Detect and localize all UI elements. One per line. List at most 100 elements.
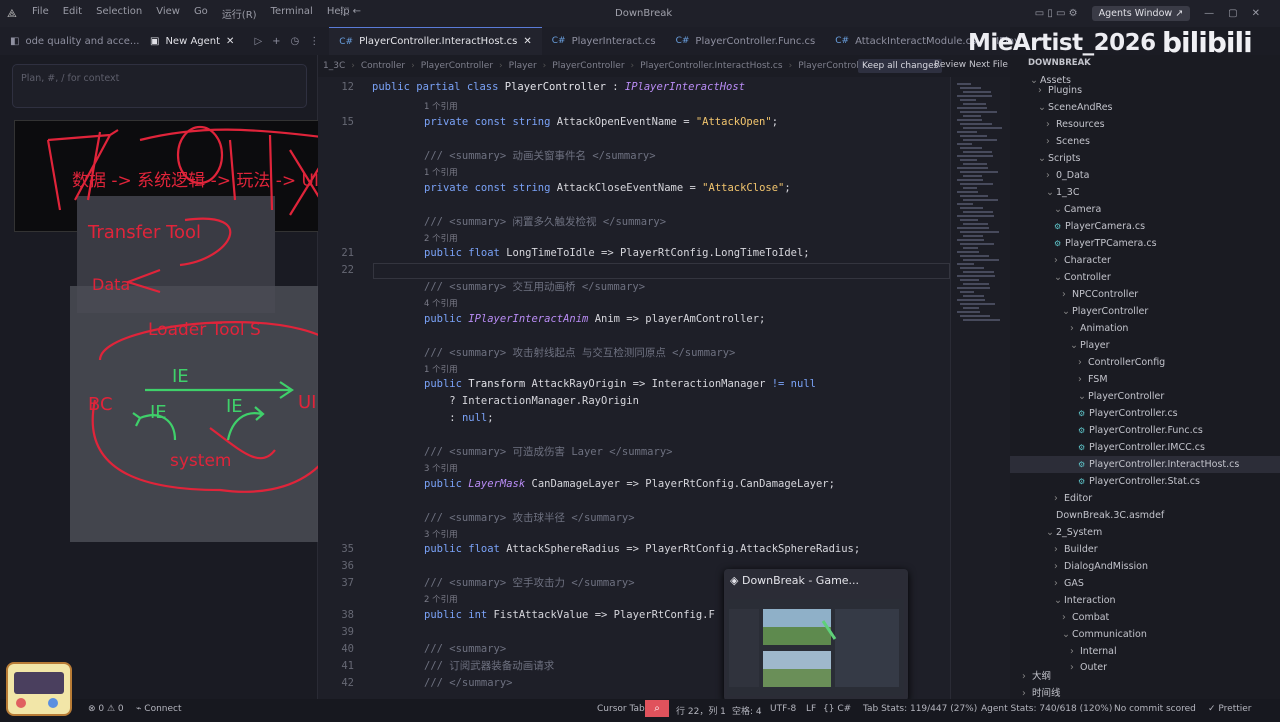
menu-view[interactable]: View xyxy=(156,6,180,21)
codelens-reference[interactable]: 2 个引用 xyxy=(424,592,458,608)
tab-func[interactable]: C# PlayerController.Func.cs xyxy=(666,27,826,55)
menu-selection[interactable]: Selection xyxy=(96,6,142,21)
explorer-folder[interactable]: › Editor xyxy=(1010,490,1280,507)
explorer-folder[interactable]: › Internal xyxy=(1010,643,1280,660)
keep-all-changes-button[interactable]: Keep all changes xyxy=(858,59,943,73)
problems-indicator[interactable]: ⊗ 0 ⚠ 0 xyxy=(88,704,124,714)
language-mode[interactable]: {} C# xyxy=(823,704,851,714)
explorer-folder[interactable]: ⌄ SceneAndRes xyxy=(1010,99,1280,116)
cursor-position[interactable]: 行 22，列 1 xyxy=(676,704,726,717)
explorer-folder[interactable]: › GAS xyxy=(1010,575,1280,592)
breadcrumb-item[interactable]: Controller xyxy=(361,61,405,71)
code-line[interactable]: 15 private const string AttackOpenEventNa… xyxy=(318,114,950,130)
explorer-folder[interactable]: › Builder xyxy=(1010,541,1280,558)
add-icon[interactable]: + xyxy=(272,36,280,47)
close-tab-icon[interactable]: ✕ xyxy=(523,36,531,47)
layout-icon[interactable]: ▭ ▯ ▭ ⚙ xyxy=(1035,8,1078,19)
explorer-folder[interactable]: ⌄ PlayerController xyxy=(1010,388,1280,405)
explorer-folder[interactable]: ⌄ Controller xyxy=(1010,269,1280,286)
explorer-folder[interactable]: › FSM xyxy=(1010,371,1280,388)
explorer-folder[interactable]: › NPCController xyxy=(1010,286,1280,303)
explorer-folder[interactable]: › DialogAndMission xyxy=(1010,558,1280,575)
code-line[interactable]: 12 public partial class PlayerController … xyxy=(318,79,950,95)
explorer-folder[interactable]: › Scenes xyxy=(1010,133,1280,150)
reference-count[interactable]: 4 个引用 xyxy=(318,296,950,312)
minimap[interactable] xyxy=(950,77,1010,699)
explorer-folder[interactable]: › Resources xyxy=(1010,116,1280,133)
codelens-reference[interactable]: 4 个引用 xyxy=(424,296,458,312)
explorer-folder[interactable]: › Character xyxy=(1010,252,1280,269)
explorer-file[interactable]: ⚙ PlayerController.InteractHost.cs xyxy=(1010,456,1280,473)
menu-go[interactable]: Go xyxy=(194,6,208,21)
tab-chat-input[interactable]: ◧ ode quality and acce... xyxy=(0,27,140,55)
explorer-file[interactable]: ⚙ PlayerController.Func.cs xyxy=(1010,422,1280,439)
explorer-folder[interactable]: › Combat xyxy=(1010,609,1280,626)
code-line[interactable]: 21 public float LongTimeToIdle => PlayerR… xyxy=(318,245,950,261)
window-preview[interactable]: ◈ DownBreak - Game... xyxy=(724,569,908,701)
tab-interacthost[interactable]: C# PlayerController.InteractHost.cs ✕ xyxy=(329,27,542,55)
code-line[interactable]: /// <summary> 闲置多久触发检视 </summary> xyxy=(318,214,950,230)
breadcrumb-item[interactable]: PlayerController xyxy=(552,61,624,71)
explorer-folder[interactable]: › 0_Data xyxy=(1010,167,1280,184)
explorer-folder[interactable]: › ControllerConfig xyxy=(1010,354,1280,371)
explorer-file[interactable]: ⚙ PlayerController.cs xyxy=(1010,405,1280,422)
tab-stats[interactable]: Tab Stats: 119/447 (27%) xyxy=(863,704,977,714)
maximize-icon[interactable]: ▢ xyxy=(1228,8,1237,19)
codelens-reference[interactable]: 1 个引用 xyxy=(424,165,458,181)
explorer-folder[interactable]: › Animation xyxy=(1010,320,1280,337)
code-line[interactable]: 22 xyxy=(318,262,950,278)
explorer-folder[interactable]: › 时间线 xyxy=(1010,685,1280,699)
explorer-folder[interactable]: › 大纲 xyxy=(1010,668,1280,685)
commit-status[interactable]: No commit scored xyxy=(1114,704,1196,714)
close-tab-icon[interactable]: ✕ xyxy=(226,36,234,47)
menu-run[interactable]: 运行(R) xyxy=(222,6,257,21)
code-line[interactable]: private const string AttackCloseEventNam… xyxy=(318,180,950,196)
explorer-folder[interactable]: ⌄ 1_3C xyxy=(1010,184,1280,201)
code-line[interactable]: /// <summary> 可造成伤害 Layer </summary> xyxy=(318,444,950,460)
code-line[interactable]: public LayerMask CanDamageLayer => Playe… xyxy=(318,476,950,492)
close-icon[interactable]: ✕ xyxy=(1252,8,1260,19)
code-line[interactable]: public Transform AttackRayOrigin => Inte… xyxy=(318,376,950,392)
codelens-reference[interactable]: 1 个引用 xyxy=(424,99,458,115)
explorer-file[interactable]: ⚙ PlayerController.IMCC.cs xyxy=(1010,439,1280,456)
tab-new-agent[interactable]: ▣ New Agent ✕ xyxy=(140,27,244,55)
encoding[interactable]: UTF-8 xyxy=(770,704,796,714)
code-line[interactable]: /// <summary> 攻击球半径 </summary> xyxy=(318,510,950,526)
code-line[interactable]: : null; xyxy=(318,410,950,426)
explorer-file[interactable]: ⚙ PlayerController.Stat.cs xyxy=(1010,473,1280,490)
indent-setting[interactable]: 空格: 4 xyxy=(732,704,762,717)
explorer-folder[interactable]: DownBreak.3C.asmdef xyxy=(1010,507,1280,524)
code-line[interactable]: public IPlayerInteractAnim Anim => playe… xyxy=(318,311,950,327)
explorer-file[interactable]: ⚙ PlayerTPCamera.cs xyxy=(1010,235,1280,252)
menu-file[interactable]: File xyxy=(32,6,49,21)
explorer-folder[interactable]: ⌄ 2_System xyxy=(1010,524,1280,541)
reference-count[interactable]: 1 个引用 xyxy=(318,99,950,115)
review-next-file-button[interactable]: Review Next File xyxy=(934,60,1008,70)
code-line[interactable]: /// <summary> 攻击射线起点 与交互检测同原点 </summary> xyxy=(318,345,950,361)
panel-toggle-icon[interactable]: ◧ xyxy=(10,36,19,47)
menu-edit[interactable]: Edit xyxy=(63,6,82,21)
minimize-icon[interactable]: — xyxy=(1204,8,1214,19)
agents-window-button[interactable]: Agents Window ↗ xyxy=(1091,6,1191,21)
code-line[interactable]: /// <summary> 动画关窗事件名 </summary> xyxy=(318,148,950,164)
explorer-folder[interactable]: ⌄ Communication xyxy=(1010,626,1280,643)
reference-count[interactable]: 1 个引用 xyxy=(318,165,950,181)
cursor-tab-status[interactable]: Cursor Tab xyxy=(597,704,645,714)
search-icon[interactable]: ⌕ xyxy=(645,700,669,717)
run-icon[interactable]: ▷ xyxy=(254,36,262,47)
breadcrumb-item[interactable]: 1_3C xyxy=(323,61,345,71)
back-arrow-icon[interactable]: ⬚ ← xyxy=(340,6,361,17)
history-icon[interactable]: ◷ xyxy=(291,36,300,47)
explorer-folder[interactable]: ⌄ Player xyxy=(1010,337,1280,354)
chat-input[interactable]: Plan, #, / for context xyxy=(12,64,307,108)
codelens-reference[interactable]: 3 个引用 xyxy=(424,461,458,477)
tab-playerinteract[interactable]: C# PlayerInteract.cs xyxy=(542,27,666,55)
explorer-folder[interactable]: › Plugins xyxy=(1010,82,1280,99)
agent-stats[interactable]: Agent Stats: 740/618 (120%) xyxy=(981,704,1112,714)
explorer-file[interactable]: ⚙ PlayerCamera.cs xyxy=(1010,218,1280,235)
prettier-status[interactable]: ✓ Prettier xyxy=(1208,704,1252,714)
explorer-folder[interactable]: ⌄ Interaction xyxy=(1010,592,1280,609)
code-line[interactable]: /// <summary> 交互用动画桥 </summary> xyxy=(318,279,950,295)
explorer-folder[interactable]: ⌄ Scripts xyxy=(1010,150,1280,167)
explorer-folder[interactable]: ⌄ PlayerController xyxy=(1010,303,1280,320)
